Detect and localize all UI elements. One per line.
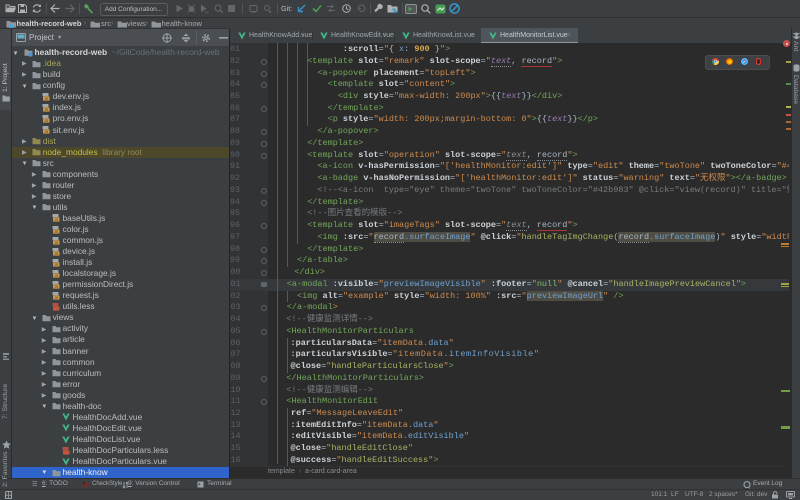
svg-text:JS: JS [44, 130, 49, 134]
svg-text:JS: JS [54, 263, 59, 267]
svg-text:JS: JS [44, 97, 49, 101]
svg-text:JS: JS [54, 218, 59, 222]
svg-text:JS: JS [54, 252, 59, 256]
svg-text:JS: JS [54, 296, 59, 300]
svg-text:JS: JS [44, 108, 49, 112]
svg-text:JS: JS [44, 119, 49, 123]
svg-text:JS: JS [54, 230, 59, 234]
svg-text:JS: JS [54, 285, 59, 289]
svg-text:JS: JS [54, 274, 59, 278]
svg-text:JS: JS [54, 241, 59, 245]
